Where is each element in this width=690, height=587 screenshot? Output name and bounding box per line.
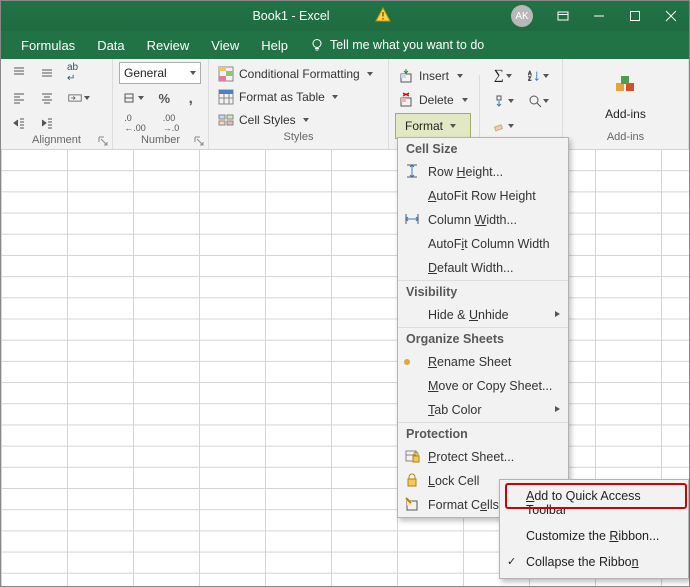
menu-hide-unhide[interactable]: Hide & Unhide: [398, 303, 568, 327]
menu-default-width[interactable]: Default Width...: [398, 256, 568, 280]
number-format-dropdown[interactable]: General: [119, 62, 201, 84]
menu-section-organize: Organize Sheets: [398, 327, 568, 350]
submenu-arrow-icon: [555, 311, 560, 317]
conditional-formatting-label: Conditional Formatting: [239, 67, 360, 81]
format-as-table-icon: [218, 89, 234, 105]
format-dropdown-menu: Cell Size Row Height... AutoFit Row Heig…: [397, 137, 569, 518]
menu-move-copy-sheet[interactable]: Move or Copy Sheet...: [398, 374, 568, 398]
menu-row-height[interactable]: Row Height...: [398, 160, 568, 184]
cell-styles-icon: [218, 112, 234, 128]
number-dialog-launcher[interactable]: [194, 136, 204, 146]
tell-me-text: Tell me what you want to do: [330, 38, 484, 52]
insert-cells-icon: [398, 68, 414, 84]
submenu-arrow-icon: [555, 406, 560, 412]
svg-text:Z: Z: [528, 76, 532, 82]
delete-cells-icon: [398, 92, 414, 108]
align-center-button[interactable]: [35, 87, 59, 109]
alignment-dialog-launcher[interactable]: [98, 136, 108, 146]
group-label-styles: Styles: [284, 131, 314, 143]
cell-styles-label: Cell Styles: [239, 113, 296, 127]
align-top-button[interactable]: [7, 62, 31, 84]
tab-formulas[interactable]: Formulas: [11, 34, 85, 57]
wrap-text-button[interactable]: ab↵: [63, 62, 82, 84]
format-label: Format: [405, 119, 443, 133]
tab-data[interactable]: Data: [87, 34, 134, 57]
ctx-customize-ribbon[interactable]: Customize the Ribbon...: [500, 523, 688, 549]
lightbulb-icon: [310, 38, 324, 52]
column-width-icon: [404, 211, 420, 227]
comma-style-button[interactable]: ,: [179, 87, 202, 109]
ribbon-tabs: Formulas Data Review View Help Tell me w…: [1, 31, 689, 59]
group-cells-editing: Insert Delete Format ∑ AZ: [389, 59, 563, 149]
tab-view[interactable]: View: [201, 34, 249, 57]
autosum-button[interactable]: ∑: [488, 65, 518, 87]
rename-sheet-icon: [404, 359, 420, 375]
ctx-add-to-qat[interactable]: Add to Quick Access Toolbar: [500, 483, 688, 523]
accounting-format-button[interactable]: [119, 87, 149, 109]
format-as-table-label: Format as Table: [239, 90, 325, 104]
user-avatar[interactable]: AK: [511, 5, 533, 27]
menu-autofit-column-width[interactable]: AutoFit Column Width: [398, 232, 568, 256]
increase-decimal-button[interactable]: .0←.00: [119, 112, 151, 134]
close-button[interactable]: [653, 1, 689, 31]
group-number: General % , .0←.00 .00→.0 Number: [113, 59, 209, 149]
merge-center-button[interactable]: [63, 87, 95, 109]
maximize-button[interactable]: [617, 1, 653, 31]
delete-label: Delete: [419, 93, 454, 107]
tab-review[interactable]: Review: [137, 34, 200, 57]
align-left-button[interactable]: [7, 87, 31, 109]
group-label-alignment: Alignment: [32, 134, 81, 146]
clear-button[interactable]: [488, 115, 518, 137]
addins-icon: [613, 73, 639, 102]
decrease-indent-button[interactable]: [7, 112, 31, 134]
align-middle-button[interactable]: [35, 62, 59, 84]
title-bar: Book1 - Excel AK: [1, 1, 689, 31]
insert-cells-button[interactable]: Insert: [395, 65, 471, 87]
group-label-addins: Add-ins: [607, 131, 644, 143]
sort-filter-button[interactable]: AZ: [524, 65, 554, 87]
menu-section-visibility: Visibility: [398, 280, 568, 303]
window-title: Book1 - Excel: [252, 9, 329, 23]
percent-style-button[interactable]: %: [153, 87, 176, 109]
group-addins: Add-ins Add-ins: [563, 59, 689, 149]
format-as-table-button[interactable]: Format as Table: [215, 87, 382, 107]
decrease-decimal-button[interactable]: .00→.0: [155, 112, 187, 134]
delete-cells-button[interactable]: Delete: [395, 89, 471, 111]
check-icon: ✓: [507, 555, 516, 568]
group-label-number: Number: [141, 134, 180, 146]
insert-label: Insert: [419, 69, 449, 83]
conditional-formatting-icon: [218, 66, 234, 82]
addins-button[interactable]: Add-ins: [605, 107, 646, 121]
tab-help[interactable]: Help: [251, 34, 298, 57]
menu-rename-sheet[interactable]: Rename Sheet: [398, 350, 568, 374]
number-format-value: General: [124, 66, 167, 80]
format-cells-dialog-icon: [404, 496, 420, 512]
menu-column-width[interactable]: Column Width...: [398, 208, 568, 232]
ribbon-context-menu: Add to Quick Access Toolbar Customize th…: [499, 479, 689, 579]
menu-autofit-row-height[interactable]: AutoFit Row Height: [398, 184, 568, 208]
conditional-formatting-button[interactable]: Conditional Formatting: [215, 64, 382, 84]
menu-tab-color[interactable]: Tab Color: [398, 398, 568, 422]
increase-indent-button[interactable]: [35, 112, 59, 134]
fill-button[interactable]: [488, 90, 518, 112]
ribbon: ab↵ Alignment General % , .0←.00: [1, 59, 689, 150]
tell-me-search[interactable]: Tell me what you want to do: [310, 38, 484, 52]
menu-section-cell-size: Cell Size: [398, 138, 568, 160]
ribbon-display-options-button[interactable]: [545, 1, 581, 31]
group-alignment: ab↵ Alignment: [1, 59, 113, 149]
menu-section-protection: Protection: [398, 422, 568, 445]
ctx-collapse-ribbon[interactable]: ✓Collapse the Ribbon: [500, 549, 688, 575]
group-styles: Conditional Formatting Format as Table C…: [209, 59, 389, 149]
minimize-button[interactable]: [581, 1, 617, 31]
menu-protect-sheet[interactable]: Protect Sheet...: [398, 445, 568, 469]
row-height-icon: [404, 163, 420, 179]
format-cells-button[interactable]: Format: [395, 113, 471, 139]
protect-sheet-icon: [404, 448, 420, 464]
warning-icon: [375, 7, 391, 26]
cell-styles-button[interactable]: Cell Styles: [215, 110, 382, 130]
find-select-button[interactable]: [524, 90, 554, 112]
lock-cell-icon: [404, 472, 420, 488]
